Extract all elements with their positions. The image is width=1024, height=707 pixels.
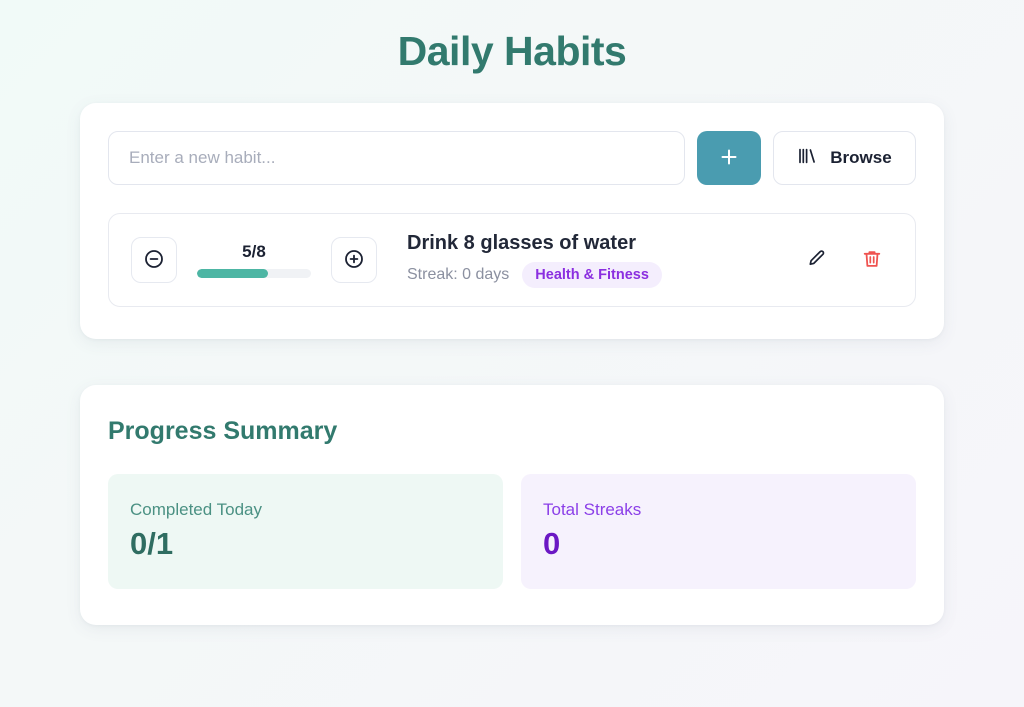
library-books-icon xyxy=(797,146,817,171)
new-habit-input[interactable] xyxy=(108,131,685,185)
delete-habit-button[interactable] xyxy=(861,248,883,273)
decrement-button[interactable] xyxy=(131,237,177,283)
add-habit-row: Browse xyxy=(108,131,916,185)
stat-total-streaks: Total Streaks 0 xyxy=(521,474,916,589)
habit-counter: 5/8 xyxy=(195,242,313,278)
circle-plus-icon xyxy=(343,248,365,273)
habit-name: Drink 8 glasses of water xyxy=(407,232,636,254)
stat-label: Total Streaks xyxy=(543,500,642,519)
increment-button[interactable] xyxy=(331,237,377,283)
app-root: Daily Habits Enter a new habit... Browse… xyxy=(0,0,1024,707)
habit-progress-track xyxy=(197,269,311,278)
stats-row: Completed Today 0/1 Total Streaks 0 xyxy=(108,474,916,589)
habit-counter-text: 5/8 xyxy=(242,242,266,261)
progress-summary-card: Progress Summary Completed Today 0/1 Tot… xyxy=(80,385,944,625)
trash-icon xyxy=(861,248,883,273)
edit-habit-button[interactable] xyxy=(805,248,827,273)
circle-minus-icon xyxy=(143,248,165,273)
browse-button-label: Browse xyxy=(830,148,892,167)
habit-category-tag: Health & Fitness xyxy=(522,262,662,288)
habit-info: Drink 8 glasses of water Streak: 0 days … xyxy=(395,232,787,288)
habit-actions xyxy=(805,248,893,273)
plus-icon xyxy=(719,145,739,171)
habit-progress-fill xyxy=(197,269,269,278)
stat-completed-today: Completed Today 0/1 xyxy=(108,474,503,589)
habit-item: 5/8 Drink 8 glasses of water Streak: 0 d… xyxy=(108,213,916,307)
add-habit-button[interactable] xyxy=(697,131,761,185)
pencil-icon xyxy=(805,248,827,273)
habits-card: Browse 5/8 xyxy=(80,103,944,339)
stat-value: 0 xyxy=(543,526,561,561)
habit-meta: Streak: 0 days Health & Fitness xyxy=(407,262,787,288)
progress-summary-title: Progress Summary xyxy=(108,417,338,445)
stat-label: Completed Today xyxy=(130,500,262,519)
habit-streak: Streak: 0 days xyxy=(407,266,510,283)
stat-value: 0/1 xyxy=(130,526,174,561)
browse-button[interactable]: Browse xyxy=(773,131,916,185)
page-title: Daily Habits xyxy=(397,28,627,74)
